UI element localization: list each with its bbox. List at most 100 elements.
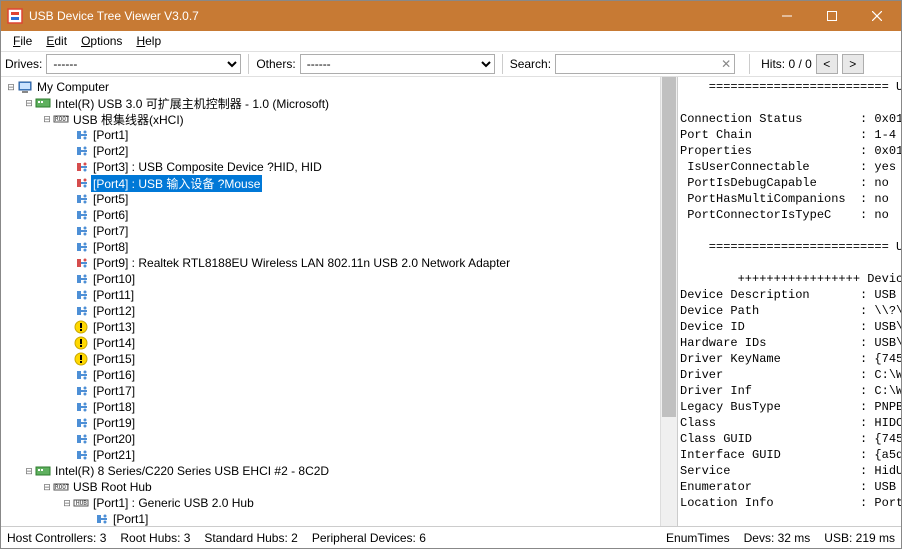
- menu-options[interactable]: Options: [75, 32, 128, 50]
- drives-label: Drives:: [5, 57, 42, 71]
- tree-node-port[interactable]: [Port13]: [1, 319, 677, 335]
- separator: [749, 54, 750, 74]
- others-select[interactable]: ------: [300, 54, 495, 74]
- tree-node-label: Intel(R) 8 Series/C220 Series USB EHCI #…: [53, 464, 331, 478]
- port-icon: [73, 271, 89, 287]
- tree-node-label: [Port15]: [91, 352, 137, 366]
- tree-node-port[interactable]: [Port20]: [1, 431, 677, 447]
- prev-button[interactable]: <: [816, 54, 838, 74]
- tree-node-label: [Port13]: [91, 320, 137, 334]
- tree-scrollbar[interactable]: [660, 77, 677, 526]
- tree-node-port[interactable]: [Port6]: [1, 207, 677, 223]
- expand-collapse-icon[interactable]: ⊟: [41, 481, 53, 493]
- details-pane[interactable]: ========================= US Connection …: [677, 77, 901, 526]
- next-button[interactable]: >: [842, 54, 864, 74]
- statusbar: Host Controllers: 3 Root Hubs: 3 Standar…: [1, 526, 901, 548]
- tree-node-label: [Port10]: [91, 272, 137, 286]
- tree-node-port[interactable]: [Port16]: [1, 367, 677, 383]
- portdev-icon: [73, 159, 89, 175]
- tree-node-port[interactable]: [Port12]: [1, 303, 677, 319]
- tree-node-label: USB Root Hub: [71, 480, 154, 494]
- expand-collapse-icon[interactable]: ⊟: [61, 497, 73, 509]
- menu-edit[interactable]: Edit: [40, 32, 73, 50]
- tree-node-port[interactable]: ⊟HUB[Port1] : Generic USB 2.0 Hub: [1, 495, 677, 511]
- search-label: Search:: [510, 57, 551, 71]
- close-button[interactable]: [854, 2, 899, 30]
- others-label: Others:: [256, 57, 295, 71]
- tree-node-port[interactable]: [Port18]: [1, 399, 677, 415]
- minimize-button[interactable]: [764, 2, 809, 30]
- svg-text:ROOT: ROOT: [55, 116, 69, 123]
- port-icon: [73, 431, 89, 447]
- port-icon: [73, 415, 89, 431]
- tree-node-label: [Port19]: [91, 416, 137, 430]
- tree-node-port[interactable]: [Port21]: [1, 447, 677, 463]
- tree-pane[interactable]: ⊟My Computer⊟Intel(R) USB 3.0 可扩展主机控制器 -…: [1, 77, 677, 526]
- tree-node-label: [Port1]: [91, 128, 130, 142]
- tree-node-port[interactable]: [Port10]: [1, 271, 677, 287]
- tree-node-port[interactable]: [Port9] : Realtek RTL8188EU Wireless LAN…: [1, 255, 677, 271]
- tree-node-root-hub[interactable]: ⊟ROOTUSB 根集线器(xHCI): [1, 111, 677, 127]
- tree-node-label: [Port2]: [91, 144, 130, 158]
- tree-node-port[interactable]: [Port17]: [1, 383, 677, 399]
- titlebar: USB Device Tree Viewer V3.0.7: [1, 1, 901, 31]
- separator: [248, 54, 249, 74]
- expand-collapse-icon[interactable]: ⊟: [5, 81, 17, 93]
- tree-node-label: [Port21]: [91, 448, 137, 462]
- port-icon: [73, 223, 89, 239]
- tree-node-label: [Port8]: [91, 240, 130, 254]
- expand-collapse-icon[interactable]: ⊟: [41, 113, 53, 125]
- tree-node-label: [Port7]: [91, 224, 130, 238]
- tree-node-my-computer[interactable]: ⊟My Computer: [1, 79, 677, 95]
- tree-node-port[interactable]: [Port1]: [1, 127, 677, 143]
- tree-node-port[interactable]: [Port14]: [1, 335, 677, 351]
- tree-node-port[interactable]: [Port4] : USB 输入设备 ?Mouse: [1, 175, 677, 191]
- tree-node-label: Intel(R) USB 3.0 可扩展主机控制器 - 1.0 (Microso…: [53, 95, 331, 112]
- tree-node-port[interactable]: [Port15]: [1, 351, 677, 367]
- status-et: EnumTimes: [666, 531, 730, 545]
- tree-node-label: [Port9] : Realtek RTL8188EU Wireless LAN…: [91, 256, 512, 270]
- tree-node-port[interactable]: [Port7]: [1, 223, 677, 239]
- tree-node-root-hub[interactable]: ⊟ROOTUSB Root Hub: [1, 479, 677, 495]
- tree-node-label: [Port17]: [91, 384, 137, 398]
- hub-icon: HUB: [73, 495, 89, 511]
- tree-node-port[interactable]: [Port2]: [1, 143, 677, 159]
- tree-node-label: [Port12]: [91, 304, 137, 318]
- port-icon: [93, 511, 109, 526]
- tree-node-port[interactable]: [Port3] : USB Composite Device ?HID, HID: [1, 159, 677, 175]
- tree-node-label: [Port3] : USB Composite Device ?HID, HID: [91, 160, 324, 174]
- port-icon: [73, 367, 89, 383]
- tree-node-port[interactable]: [Port11]: [1, 287, 677, 303]
- menu-help[interactable]: Help: [130, 32, 167, 50]
- search-input[interactable]: [555, 54, 735, 74]
- tree-node-label: [Port16]: [91, 368, 137, 382]
- tree-node-label: [Port4] : USB 输入设备 ?Mouse: [91, 175, 262, 192]
- expand-collapse-icon[interactable]: ⊟: [23, 97, 35, 109]
- tree-node-label: [Port20]: [91, 432, 137, 446]
- tree-node-host-controller[interactable]: ⊟ Intel(R) 8 Series/C220 Series USB EHCI …: [1, 463, 677, 479]
- expand-collapse-icon[interactable]: ⊟: [23, 465, 35, 477]
- status-sh: Standard Hubs: 2: [204, 531, 297, 545]
- port-icon: [73, 383, 89, 399]
- tree-node-port[interactable]: [Port8]: [1, 239, 677, 255]
- maximize-button[interactable]: [809, 2, 854, 30]
- tree-node-port[interactable]: [Port1]: [1, 511, 677, 526]
- warn-icon: [73, 351, 89, 367]
- scrollbar-thumb[interactable]: [662, 77, 676, 417]
- svg-text:ROOT: ROOT: [55, 484, 69, 491]
- content: ⊟My Computer⊟Intel(R) USB 3.0 可扩展主机控制器 -…: [1, 77, 901, 526]
- drives-select[interactable]: ------: [46, 54, 241, 74]
- svg-text:HUB: HUB: [76, 500, 87, 507]
- tree-node-host-controller[interactable]: ⊟ Intel(R) USB 3.0 可扩展主机控制器 - 1.0 (Micros…: [1, 95, 677, 111]
- app-icon: [7, 8, 23, 24]
- computer-icon: [17, 79, 33, 95]
- warn-icon: [73, 319, 89, 335]
- tree-node-port[interactable]: [Port5]: [1, 191, 677, 207]
- tree-node-label: [Port6]: [91, 208, 130, 222]
- tree-node-label: [Port5]: [91, 192, 130, 206]
- search-clear-icon[interactable]: ✕: [721, 57, 731, 71]
- menu-file[interactable]: File: [7, 32, 38, 50]
- tree-node-port[interactable]: [Port19]: [1, 415, 677, 431]
- tree-node-label: [Port14]: [91, 336, 137, 350]
- status-usb: USB: 219 ms: [824, 531, 895, 545]
